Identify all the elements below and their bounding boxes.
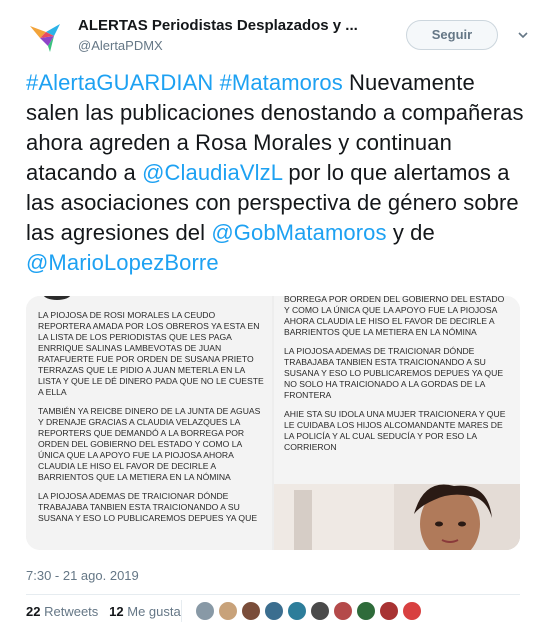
bird-logo-icon bbox=[30, 24, 60, 52]
media-image-right[interactable]: borrega por orden del gobierno del estad… bbox=[274, 296, 520, 550]
tweet-text-segment: y de bbox=[386, 220, 435, 245]
mention-link[interactable]: @MarioLopezBorre bbox=[26, 250, 219, 275]
scan-fragment-icon bbox=[43, 296, 71, 300]
liker-avatar[interactable] bbox=[195, 601, 215, 621]
scan-paragraph: También ya reicbe dinero de la junta de … bbox=[38, 406, 261, 482]
avatar[interactable] bbox=[26, 16, 64, 54]
scan-paragraph: La piojosa ademas de traicionar dónde tr… bbox=[38, 491, 258, 523]
mention-link[interactable]: @ClaudiaVlzL bbox=[142, 160, 282, 185]
likes-stat[interactable]: 12 Me gusta bbox=[109, 604, 181, 619]
media-right-text: borrega por orden del gobierno del estad… bbox=[284, 296, 512, 461]
chevron-down-icon[interactable] bbox=[516, 28, 530, 42]
follow-button[interactable]: Seguir bbox=[406, 20, 498, 50]
retweets-stat[interactable]: 22 Retweets bbox=[26, 604, 98, 619]
hashtag-link[interactable]: #Matamoros bbox=[220, 70, 343, 95]
liker-avatar[interactable] bbox=[402, 601, 422, 621]
liker-avatar[interactable] bbox=[310, 601, 330, 621]
stats-separator bbox=[181, 600, 182, 622]
tweet-media[interactable]: La piojosa de Rosi Morales la ceudo repo… bbox=[26, 296, 520, 550]
author-name[interactable]: ALERTAS Periodistas Desplazados y ... bbox=[78, 17, 358, 34]
liker-avatar[interactable] bbox=[264, 601, 284, 621]
tweet-header: ALERTAS Periodistas Desplazados y ... @A… bbox=[26, 14, 536, 58]
author-handle[interactable]: @AlertaPDMX bbox=[78, 38, 163, 53]
retweets-label: Retweets bbox=[44, 604, 99, 619]
divider bbox=[26, 594, 520, 595]
scan-paragraph: Ahie sta su idola una mujer traicionera … bbox=[284, 409, 506, 452]
media-photo bbox=[274, 484, 520, 550]
hashtag-link[interactable]: #AlertaGUARDIAN bbox=[26, 70, 213, 95]
liker-avatar[interactable] bbox=[356, 601, 376, 621]
liker-avatar[interactable] bbox=[379, 601, 399, 621]
scan-paragraph: borrega por orden del gobierno del estad… bbox=[284, 296, 505, 337]
tweet-stats: 22 Retweets 12 Me gusta bbox=[26, 604, 181, 619]
tweet-timestamp[interactable]: 7:30 - 21 ago. 2019 bbox=[26, 568, 139, 583]
media-left-text: La piojosa de Rosi Morales la ceudo repo… bbox=[38, 310, 266, 532]
scan-paragraph: La piojosa de Rosi Morales la ceudo repo… bbox=[38, 310, 264, 397]
media-image-left[interactable]: La piojosa de Rosi Morales la ceudo repo… bbox=[26, 296, 272, 550]
liker-avatar[interactable] bbox=[241, 601, 261, 621]
tweet-text: #AlertaGUARDIAN #Matamoros Nuevamente sa… bbox=[26, 68, 526, 278]
retweets-count: 22 bbox=[26, 604, 41, 619]
liker-avatar[interactable] bbox=[287, 601, 307, 621]
liker-avatar[interactable] bbox=[333, 601, 353, 621]
likes-label: Me gusta bbox=[127, 604, 181, 619]
mention-link[interactable]: @GobMatamoros bbox=[211, 220, 386, 245]
likes-count: 12 bbox=[109, 604, 124, 619]
scan-paragraph: La piojosa ademas de traicionar dónde tr… bbox=[284, 346, 504, 400]
portrait-photo-icon bbox=[274, 484, 520, 550]
liker-avatar[interactable] bbox=[218, 601, 238, 621]
